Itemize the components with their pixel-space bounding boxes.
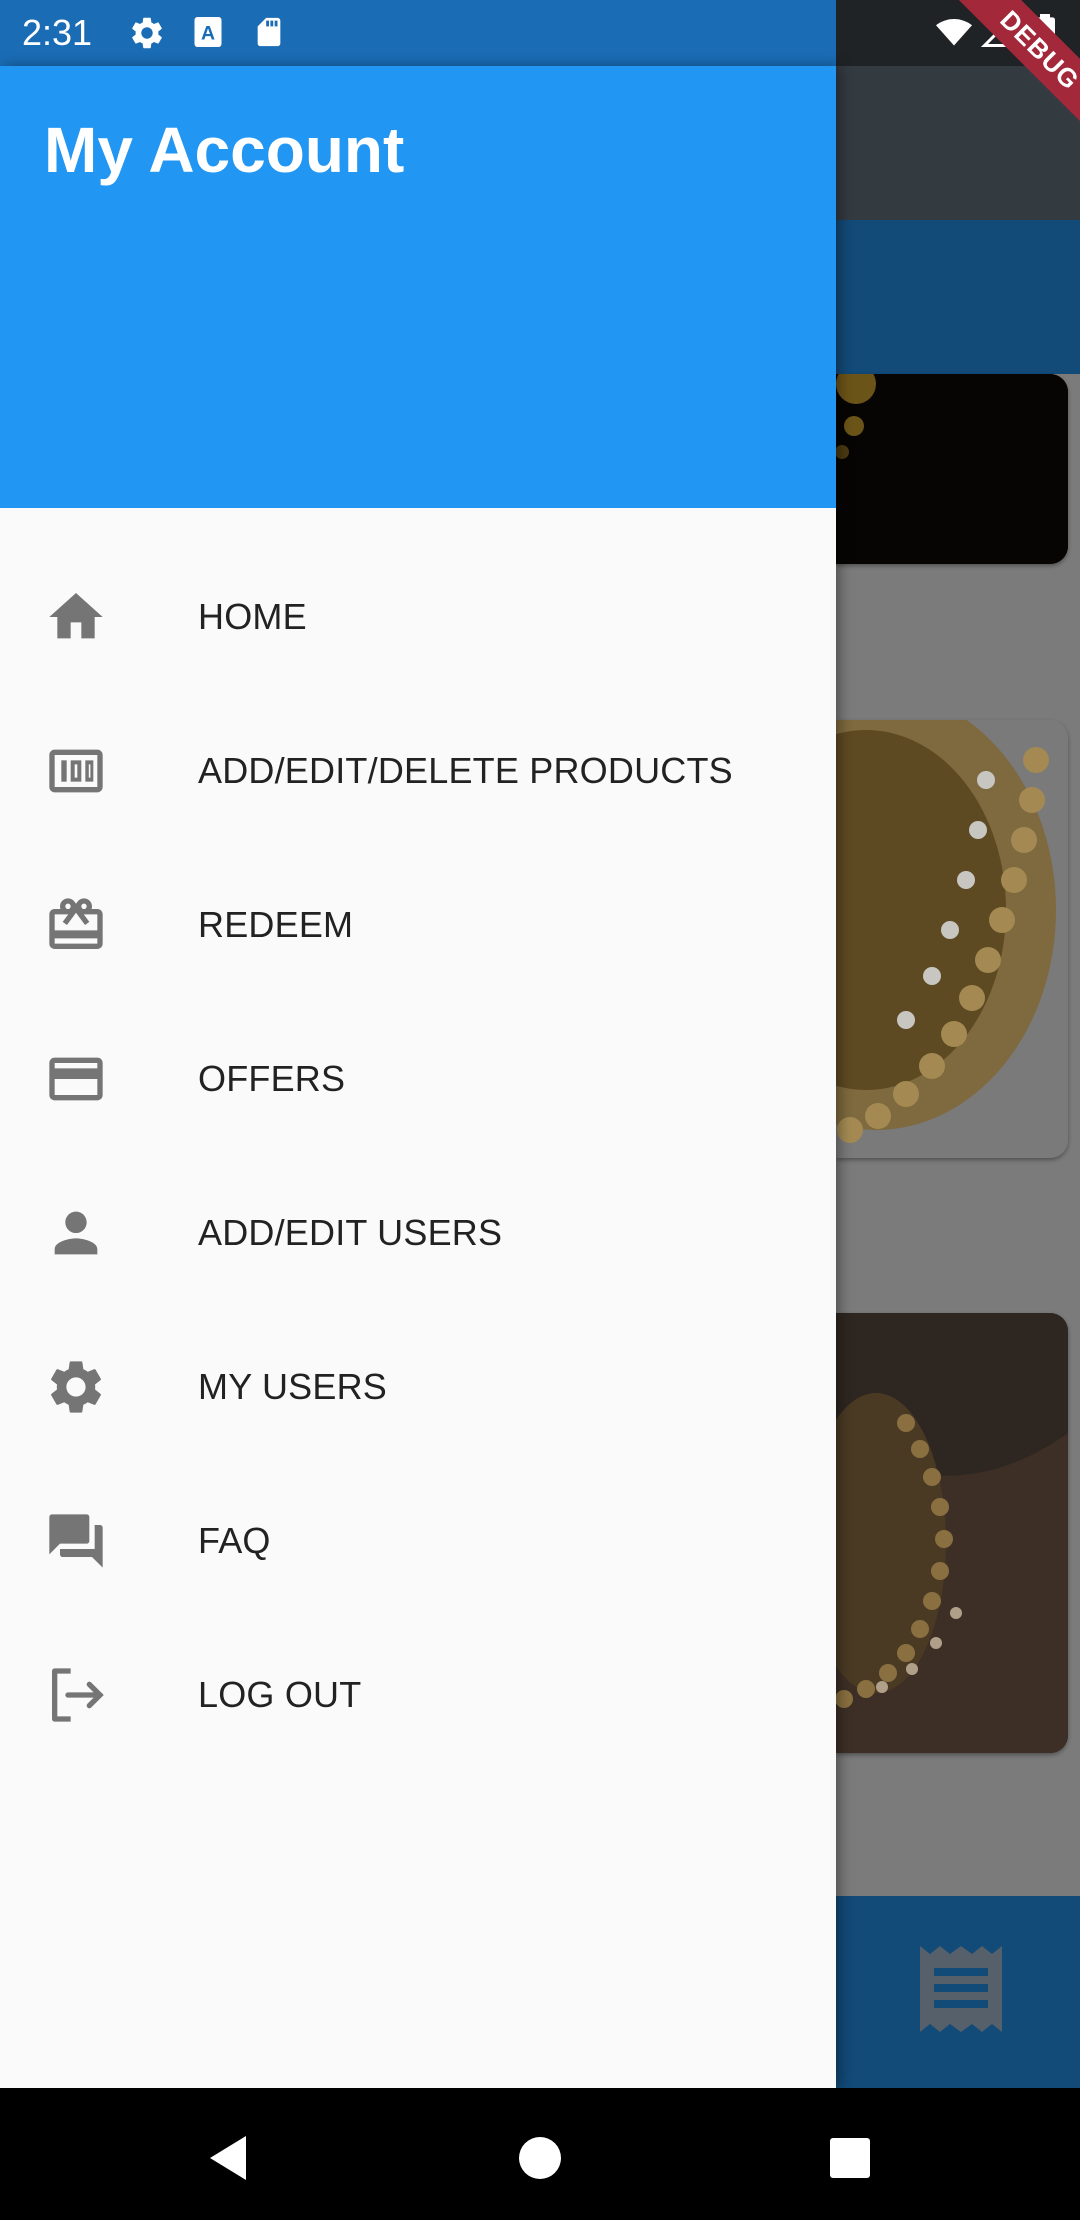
recents-square-icon[interactable] [820,2128,880,2188]
logout-icon [44,1663,108,1727]
forum-icon [44,1509,108,1573]
menu-item-my-users[interactable]: MY USERS [0,1310,836,1464]
menu-item-log-out[interactable]: LOG OUT [0,1618,836,1772]
background-product-card [836,1313,1068,1753]
redeem-gift-card-icon [44,893,108,957]
drawer-title: My Account [44,114,405,186]
menu-item-redeem[interactable]: REDEEM [0,848,836,1002]
menu-item-label: ADD/EDIT/DELETE PRODUCTS [198,750,733,791]
person-icon [44,1201,108,1265]
menu-item-label: REDEEM [198,904,354,945]
home-icon [44,585,108,649]
system-nav-bar [0,2088,1080,2220]
wifi-icon [936,18,972,46]
menu-item-products[interactable]: ADD/EDIT/DELETE PRODUCTS [0,694,836,848]
background-app-bar [836,66,1080,220]
menu-item-label: OFFERS [198,1058,346,1099]
receipt-icon [920,1946,1002,2032]
status-time: 2:31 [22,12,93,53]
menu-item-label: FAQ [198,1520,271,1561]
back-icon[interactable] [198,2128,258,2188]
menu-item-home[interactable]: HOME [0,540,836,694]
menu-item-add-edit-users[interactable]: ADD/EDIT USERS [0,1156,836,1310]
drawer-menu: HOME ADD/EDIT/DELETE PRODUCTS REDEEM OFF… [0,540,836,1772]
sd-card-icon [257,17,281,47]
counter-100-icon [44,739,108,803]
background-product-card [836,720,1068,1158]
background-tab-bar [836,220,1080,374]
menu-item-label: LOG OUT [198,1674,362,1715]
settings-icon [132,17,162,49]
credit-card-icon [44,1047,108,1111]
drawer-header: My Account [0,66,836,508]
navigation-drawer: My Account HOME ADD/EDIT/DELETE PRODUCTS… [0,66,836,2088]
text-a-icon: A [194,17,222,47]
home-circle-icon[interactable] [510,2128,570,2188]
background-product-card [836,374,1068,564]
menu-item-label: HOME [198,596,307,637]
menu-item-label: MY USERS [198,1366,387,1407]
menu-item-faq[interactable]: FAQ [0,1464,836,1618]
menu-item-offers[interactable]: OFFERS [0,1002,836,1156]
menu-item-label: ADD/EDIT USERS [198,1212,503,1253]
svg-text:A: A [201,23,215,45]
screen: 2:31 A DEBUG My Account HOME ADD/EDIT/DE… [0,0,1080,2220]
gear-icon [44,1355,108,1419]
status-bar: 2:31 A [0,0,1080,66]
